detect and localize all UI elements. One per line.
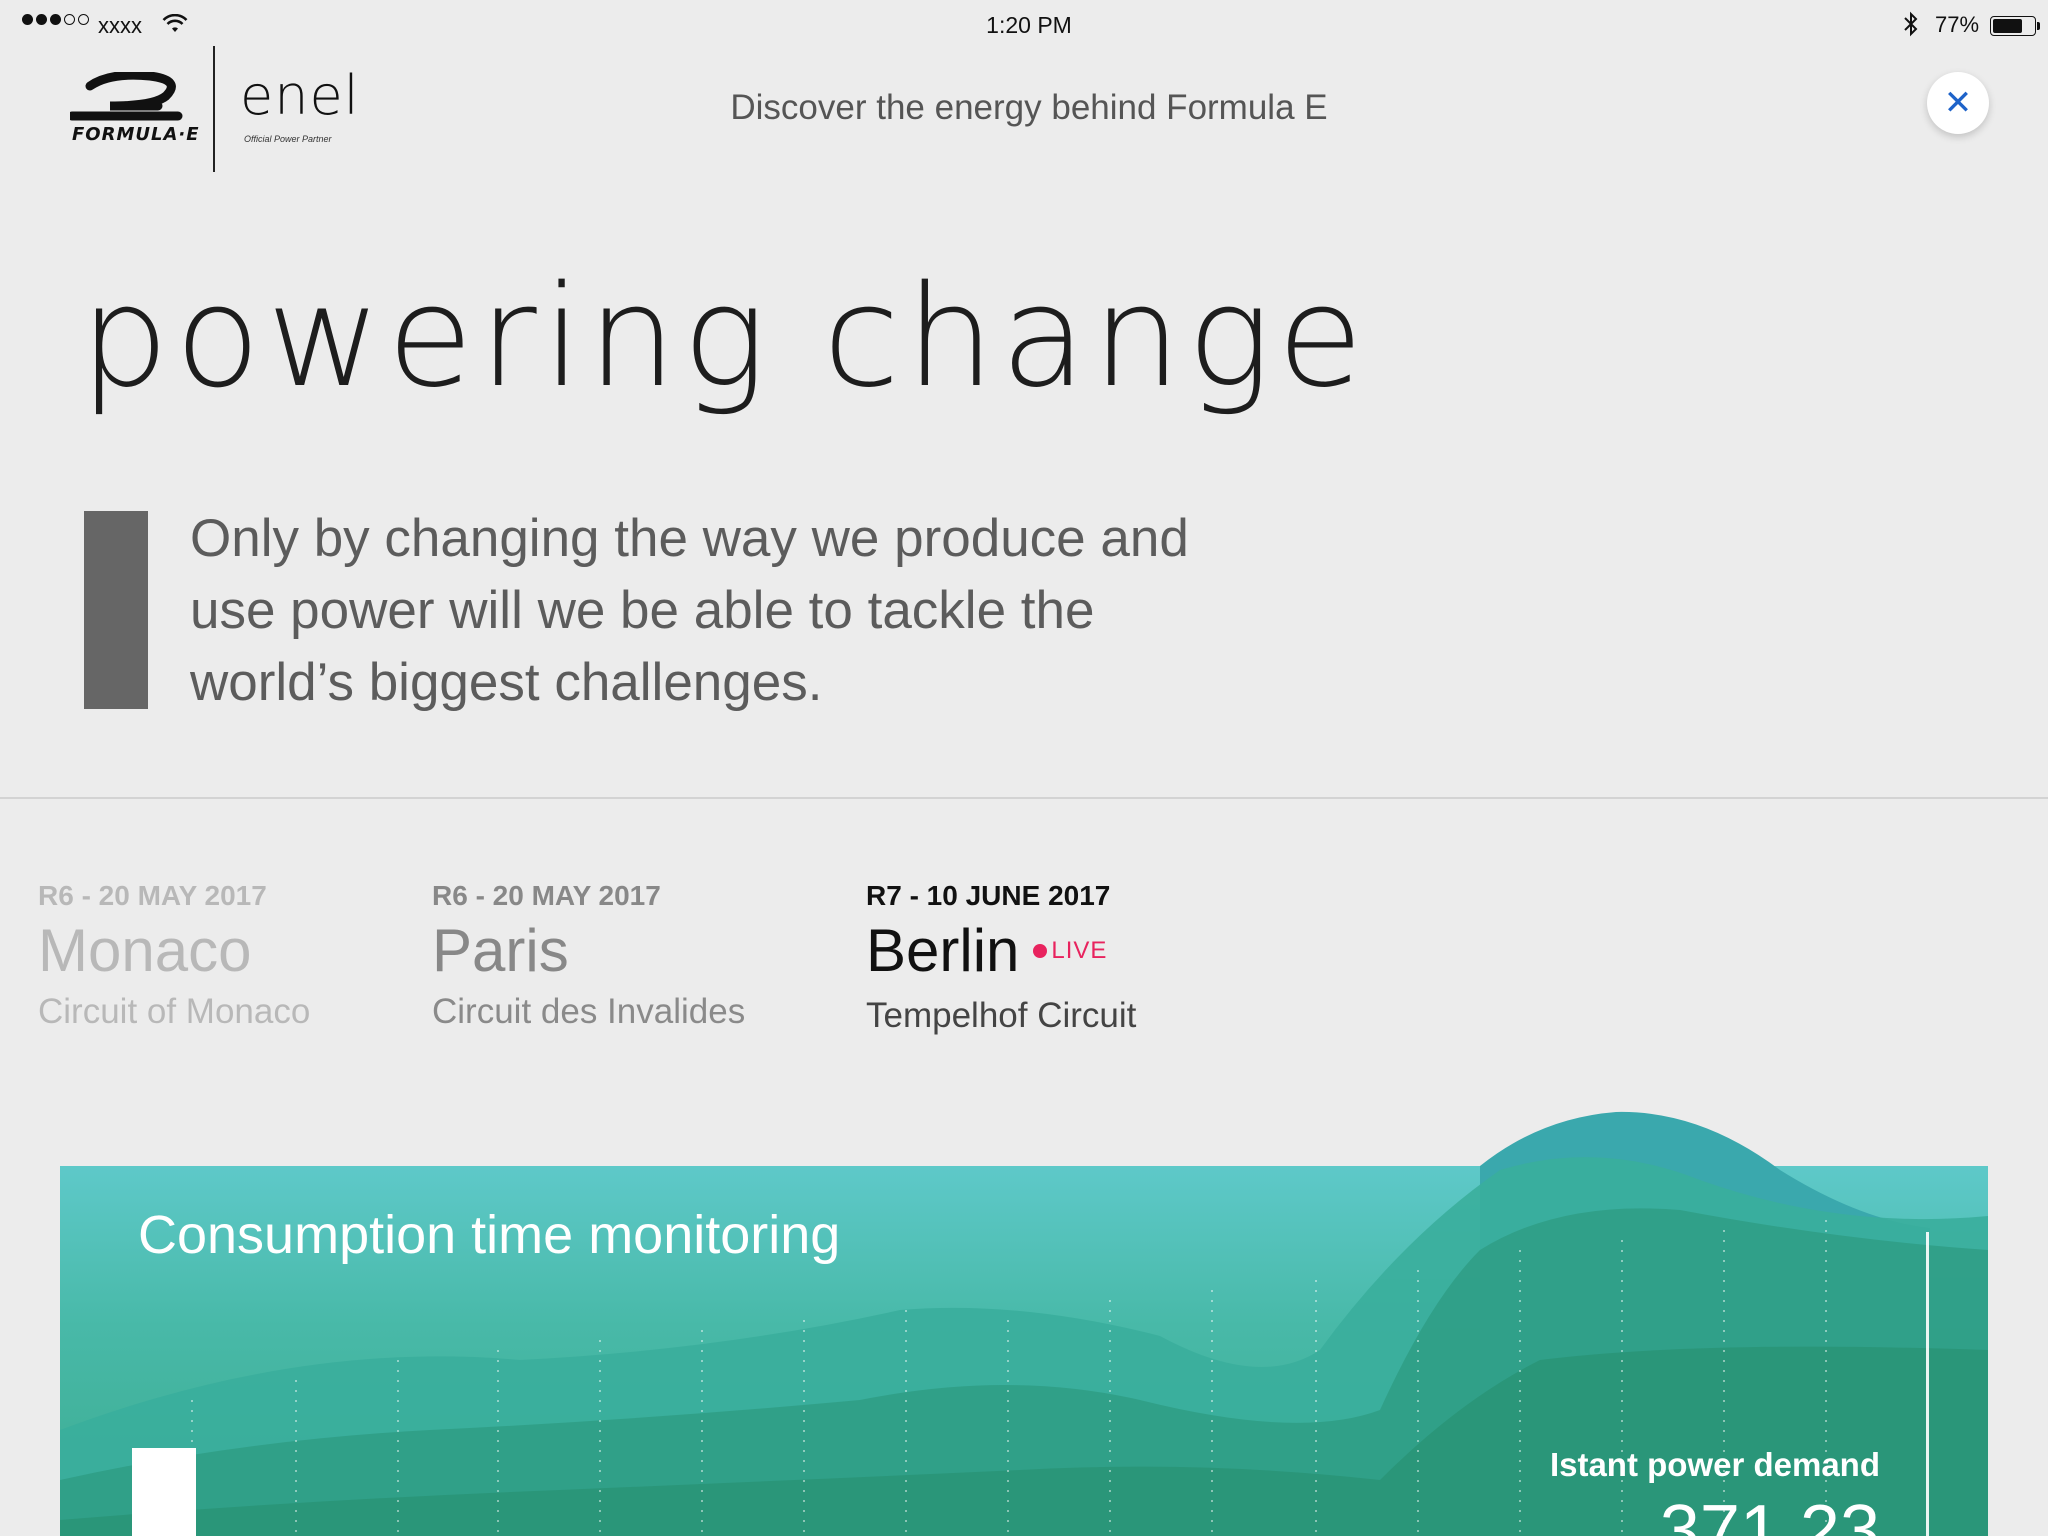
race-city: Paris xyxy=(432,917,569,984)
race-date: R7 - 10 JUNE 2017 xyxy=(866,880,1111,911)
status-bar: xxxx 1:20 PM 77% xyxy=(0,0,2048,52)
battery-tip xyxy=(2037,22,2040,30)
section-divider xyxy=(0,797,2048,799)
metric-value: 371.23 xyxy=(1659,1491,1880,1536)
enel-subtitle: Official Power Partner xyxy=(244,134,332,144)
battery-level xyxy=(1993,19,2023,33)
header-tagline: Discover the energy behind Formula E xyxy=(730,88,1328,127)
race-circuit: Circuit des Invalides xyxy=(432,992,746,1031)
metric-label: Istant power demand xyxy=(1549,1446,1880,1483)
time-cursor-line[interactable] xyxy=(1926,1232,1929,1536)
chart-start-marker xyxy=(132,1448,196,1536)
race-city: Berlin xyxy=(866,917,1020,984)
race-item-monaco[interactable]: R6 - 20 MAY 2017 Monaco Circuit of Monac… xyxy=(38,880,310,1032)
hero-quote: Only by changing the way we produce and … xyxy=(190,509,1189,712)
live-badge: LIVE xyxy=(1051,937,1108,965)
race-circuit: Circuit of Monaco xyxy=(38,992,311,1031)
page-title: powering change xyxy=(80,256,1370,419)
close-icon: ✕ xyxy=(1943,83,1973,123)
race-circuit: Tempelhof Circuit xyxy=(866,996,1137,1036)
bluetooth-icon xyxy=(1902,11,1920,43)
card-title: Consumption time monitoring xyxy=(138,1205,841,1265)
race-item-paris[interactable]: R6 - 20 MAY 2017 Paris Circuit des Inval… xyxy=(432,880,745,1032)
race-item-berlin[interactable]: R7 - 10 JUNE 2017 Berlin LIVE Tempelhof C… xyxy=(866,880,1136,1036)
quote-accent-bar xyxy=(84,511,148,709)
clock: 1:20 PM xyxy=(986,12,1072,38)
live-dot-icon xyxy=(1033,944,1048,959)
race-date: R6 - 20 MAY 2017 xyxy=(38,880,267,911)
race-date: R6 - 20 MAY 2017 xyxy=(432,880,661,911)
battery-percent: 77% xyxy=(1935,12,1980,37)
battery-icon xyxy=(1990,16,2036,36)
race-city: Monaco xyxy=(38,917,252,984)
race-city-row: Berlin LIVE xyxy=(866,920,1136,986)
close-button[interactable]: ✕ xyxy=(1927,72,1989,134)
